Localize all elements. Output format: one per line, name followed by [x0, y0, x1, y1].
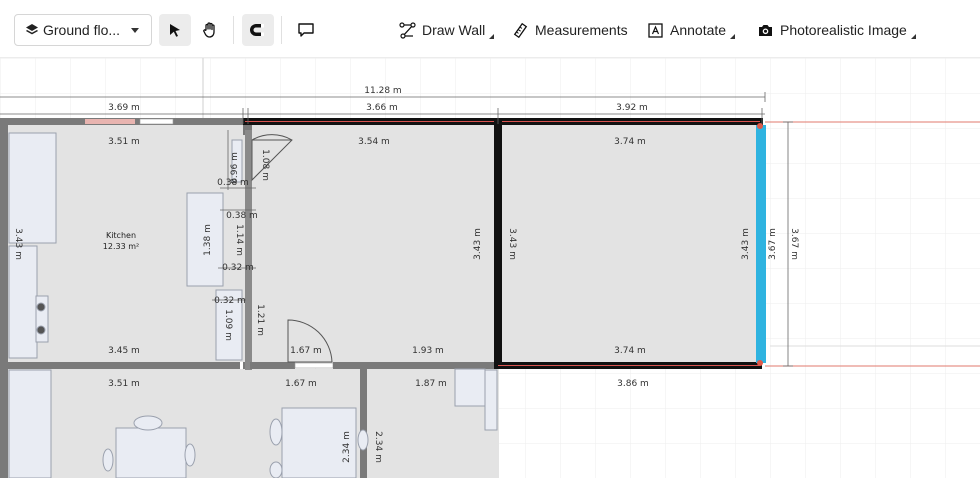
magnet-icon — [250, 24, 264, 36]
dim-kitchen-left: 3.43 m — [13, 228, 23, 260]
dim-lower-a: 3.51 m — [108, 379, 140, 389]
dim-overall: 11.28 m — [364, 86, 401, 96]
photorealistic-image-label: Photorealistic Image — [780, 22, 907, 38]
room-name: Kitchen — [106, 231, 136, 240]
dim-closet: 1.38 m — [203, 224, 213, 256]
dim-top-3: 3.92 m — [616, 103, 648, 113]
annotate-label: Annotate — [670, 22, 727, 38]
comment-button[interactable] — [290, 14, 322, 46]
dim-lower-e: 2.34 m — [373, 431, 383, 463]
dim-middle-top: 3.54 m — [358, 137, 390, 147]
dim-right-below: 3.86 m — [617, 379, 649, 389]
dropdown-indicator-icon — [910, 33, 916, 39]
chevron-down-icon — [131, 28, 139, 33]
floor-plan-drawing: 11.28 m 3.69 m 3.66 m 3.92 m Kitchen 12.… — [0, 58, 980, 478]
dim-lower-c: 1.87 m — [415, 379, 447, 389]
dim-lower-d: 2.34 m — [342, 431, 352, 463]
pan-tool-button[interactable] — [194, 14, 226, 46]
dropdown-indicator-icon — [730, 33, 736, 39]
dim-right-outer-b: 3.67 m — [789, 228, 799, 260]
dim-door: 1.21 m — [255, 304, 265, 336]
dim-middle-bottom-a: 1.67 m — [290, 346, 322, 356]
floor-plan-canvas[interactable]: 11.28 m 3.69 m 3.66 m 3.92 m Kitchen 12.… — [0, 58, 980, 478]
dim-closet: 1.09 m — [223, 309, 233, 341]
dim-right-right: 3.43 m — [741, 228, 751, 260]
dim-closet: 1.14 m — [234, 224, 244, 256]
measurements-label: Measurements — [535, 22, 628, 38]
dim-right-outer-a: 3.67 m — [768, 228, 778, 260]
toolbar-divider — [233, 16, 234, 44]
floor-selector[interactable]: Ground flo... — [14, 14, 152, 46]
dim-kitchen-top: 3.51 m — [108, 137, 140, 147]
dim-closet: 0.32 m — [222, 263, 254, 273]
dropdown-indicator-icon — [489, 33, 495, 39]
select-tool-button[interactable] — [159, 14, 191, 46]
dim-closet: 0.38 m — [217, 178, 249, 188]
dim-middle-bottom-b: 1.93 m — [412, 346, 444, 356]
layers-icon — [26, 24, 38, 35]
cursor-arrow-icon — [170, 24, 180, 37]
text-box-icon — [648, 22, 663, 38]
annotate-menu[interactable]: Annotate — [647, 18, 736, 42]
dim-closet: 0.38 m — [226, 211, 258, 221]
floor-selector-label: Ground flo... — [43, 22, 121, 38]
dim-kitchen-bottom: 3.45 m — [108, 346, 140, 356]
dim-top-2: 3.66 m — [366, 103, 398, 113]
dim-right-top: 3.74 m — [614, 137, 646, 147]
measurements-button[interactable]: Measurements — [512, 18, 628, 42]
room-area: 12.33 m² — [103, 242, 139, 251]
snap-toggle-button[interactable] — [242, 14, 274, 46]
dim-top-1: 3.69 m — [108, 103, 140, 113]
camera-icon — [759, 24, 772, 36]
draw-wall-menu[interactable]: Draw Wall — [399, 18, 495, 42]
polyline-icon — [399, 21, 416, 39]
draw-wall-label: Draw Wall — [422, 22, 486, 38]
dim-right-left: 3.43 m — [507, 228, 517, 260]
ruler-icon — [513, 22, 528, 38]
hand-icon — [203, 22, 215, 38]
dim-middle-right: 3.43 m — [473, 228, 483, 260]
right-room-floor — [502, 125, 757, 362]
dim-lower-b: 1.67 m — [285, 379, 317, 389]
dim-closet: 0.32 m — [214, 296, 246, 306]
comment-icon — [298, 23, 314, 37]
toolbar: Ground flo... Draw Wall Measurements Ann… — [0, 0, 980, 58]
dim-right-bottom: 3.74 m — [614, 346, 646, 356]
toolbar-divider — [281, 16, 282, 44]
dim-closet: 1.08 m — [260, 149, 270, 181]
photorealistic-image-menu[interactable]: Photorealistic Image — [757, 18, 916, 42]
